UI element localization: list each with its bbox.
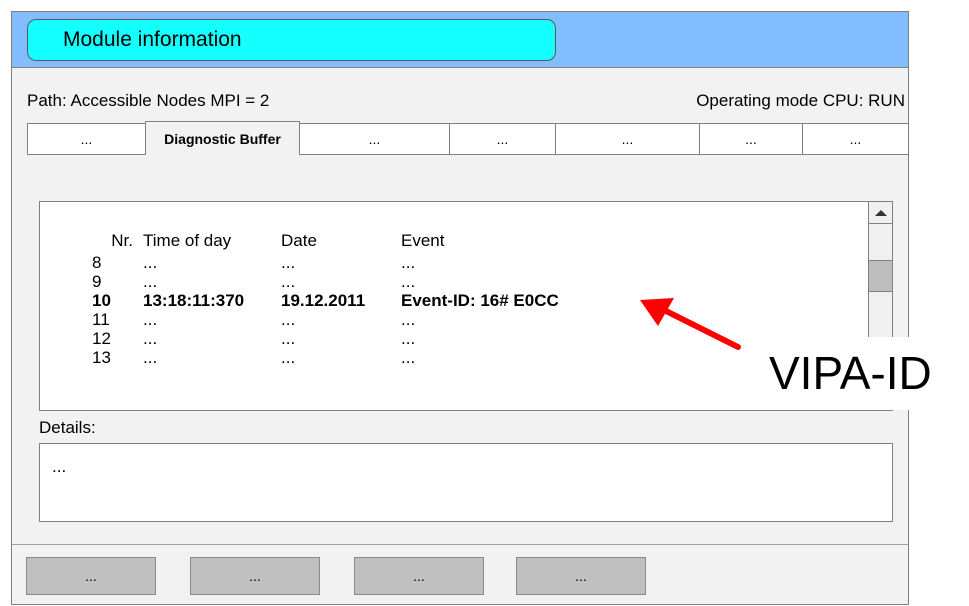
row-time: ... [143, 272, 158, 291]
table-row[interactable]: 9 ... ... ... [86, 272, 569, 291]
action-button-3[interactable]: ... [354, 557, 484, 595]
row-time: ... [143, 253, 158, 272]
table-row[interactable]: 11 ... ... ... [86, 310, 569, 329]
row-time: ... [143, 329, 158, 348]
column-header-event: Event [401, 231, 445, 250]
title-bar: Module information [12, 12, 908, 68]
row-date: ... [281, 329, 296, 348]
tab-diagnostic-buffer[interactable]: Diagnostic Buffer [145, 121, 300, 155]
scrollbar-thumb[interactable] [869, 260, 892, 292]
tab-6[interactable]: ... [699, 123, 803, 154]
row-event: ... [401, 272, 416, 291]
table-row[interactable]: 12 ... ... ... [86, 329, 569, 348]
button-area-divider [12, 544, 908, 545]
window-title: Module information [27, 19, 556, 61]
tab-bar: ... Diagnostic Buffer ... ... ... ... ..… [27, 121, 909, 155]
action-button-4[interactable]: ... [516, 557, 646, 595]
scroll-up-arrow-icon[interactable] [869, 202, 892, 224]
row-event: ... [401, 253, 416, 272]
row-date: ... [281, 272, 296, 291]
row-nr: 9 [92, 272, 102, 291]
row-event: ... [401, 329, 416, 348]
row-nr: 11 [92, 310, 110, 329]
row-event: ... [401, 310, 416, 329]
path-label: Path: Accessible Nodes MPI = 2 [27, 91, 270, 110]
module-information-window: Module information Path: Accessible Node… [11, 11, 909, 605]
row-nr: 13 [92, 348, 111, 367]
red-arrow-icon [640, 298, 741, 350]
details-field[interactable]: ... [39, 443, 893, 522]
diagnostic-buffer-table: Nr. Time of day Date Event 8 ... ... ...… [86, 228, 569, 367]
row-time: ... [143, 348, 158, 367]
row-time: ... [143, 310, 158, 329]
row-event: Event-ID: 16# E0CC [401, 291, 559, 310]
row-date: ... [281, 348, 296, 367]
operating-mode-label: Operating mode CPU: RUN [696, 91, 905, 110]
row-date: 19.12.2011 [281, 291, 366, 310]
column-header-time: Time of day [143, 231, 232, 250]
table-row-selected[interactable]: 10 13:18:11:370 19.12.2011 Event-ID: 16#… [86, 291, 569, 310]
row-nr: 12 [92, 329, 111, 348]
tab-7[interactable]: ... [802, 123, 909, 154]
table-row[interactable]: 13 ... ... ... [86, 348, 569, 367]
row-time: 13:18:11:370 [143, 291, 245, 310]
action-button-2[interactable]: ... [190, 557, 320, 595]
tab-3[interactable]: ... [299, 123, 450, 154]
row-nr: 8 [92, 253, 102, 272]
tab-1[interactable]: ... [27, 123, 146, 154]
row-nr: 10 [92, 291, 111, 310]
tab-4[interactable]: ... [449, 123, 556, 154]
row-event: ... [401, 348, 416, 367]
action-button-1[interactable]: ... [26, 557, 156, 595]
column-header-date: Date [281, 231, 317, 250]
row-date: ... [281, 253, 296, 272]
row-date: ... [281, 310, 296, 329]
table-row[interactable]: 8 ... ... ... [86, 253, 569, 272]
vipa-id-callout: VIPA-ID [755, 337, 969, 410]
details-label: Details: [39, 418, 96, 437]
tab-5[interactable]: ... [555, 123, 700, 154]
column-header-nr: Nr. [111, 231, 133, 250]
